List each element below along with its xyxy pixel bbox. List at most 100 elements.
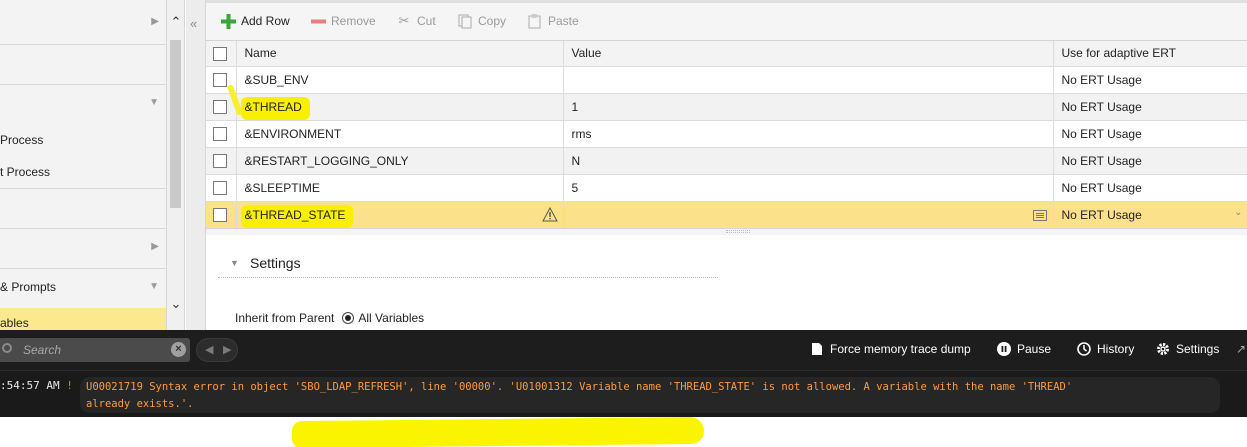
ert-cell[interactable]: No ERT Usage [1053, 120, 1247, 148]
toolbar: Add Row Remove ✂ Cut Copy Paste [206, 0, 1247, 41]
gear-icon [1156, 342, 1170, 356]
table-row[interactable]: &THREAD 1 No ERT Usage [206, 93, 1247, 121]
sidebar-item-variables[interactable]: ables [0, 308, 166, 330]
inherit-row: Inherit from Parent All Variables [235, 311, 424, 325]
left-sidebar: ▶ ▼ Process t Process ▶ & Prompts ▼ able… [0, 0, 167, 330]
chevron-down-icon[interactable]: ⌄ [1234, 207, 1242, 218]
variables-table: Name Value Use for adaptive ERT &SUB_ENV… [206, 41, 1247, 229]
settings-title: Settings [250, 255, 301, 271]
name-cell[interactable]: &SUB_ENV [236, 66, 564, 94]
sidebar-item-process[interactable]: Process [0, 133, 43, 147]
name-cell[interactable]: &RESTART_LOGGING_ONLY [236, 147, 564, 175]
ert-cell[interactable]: No ERT Usage [1053, 147, 1247, 175]
table-row[interactable]: &SLEEPTIME 5 No ERT Usage [206, 174, 1247, 202]
sidebar-scrollbar[interactable]: ⌃ ⌄ [167, 0, 185, 330]
remove-button[interactable]: Remove [310, 13, 376, 29]
console-search[interactable]: Search × [0, 338, 190, 362]
paste-button[interactable]: Paste [527, 13, 579, 29]
sidebar-section-6[interactable]: & Prompts ▼ [0, 269, 166, 309]
sidebar-item-t-process[interactable]: t Process [0, 165, 50, 179]
search-icon [2, 343, 12, 353]
force-memory-dump-button[interactable]: Force memory trace dump [810, 342, 971, 356]
select-all-cell[interactable] [206, 41, 237, 67]
row-checkbox[interactable] [213, 126, 227, 141]
row-checkbox[interactable] [213, 153, 227, 168]
paste-icon [527, 13, 543, 29]
sidebar-item-prompts[interactable]: & Prompts [0, 280, 56, 294]
select-all-checkbox[interactable] [213, 46, 227, 61]
history-button[interactable]: History [1077, 342, 1134, 356]
row-checkbox[interactable] [213, 72, 227, 87]
sidebar-section-3[interactable]: ▼ Process t Process [0, 85, 166, 189]
ert-cell[interactable]: No ERT Usage [1053, 174, 1247, 202]
table-header-row: Name Value Use for adaptive ERT [206, 41, 1247, 67]
name-cell[interactable]: &SLEEPTIME [236, 174, 564, 202]
ert-cell[interactable]: No ERT Usage [1053, 93, 1247, 121]
document-icon [810, 342, 824, 356]
table-row[interactable]: &SUB_ENV No ERT Usage [206, 66, 1247, 94]
warning-icon[interactable] [541, 206, 558, 223]
log-message: U00021719 Syntax error in object 'SBO_LD… [80, 377, 1220, 413]
collapse-triangle-icon[interactable]: ▼ [230, 258, 239, 268]
sidebar-section-1[interactable]: ▶ [0, 0, 166, 45]
copy-icon [457, 13, 473, 29]
sidebar-item-label: ables [0, 316, 29, 330]
highlighted-name: &THREAD [240, 96, 310, 119]
collapse-panel-gutter[interactable]: « [186, 0, 206, 330]
value-cell[interactable]: 5 [563, 174, 1054, 202]
settings-section-header[interactable]: ▼ Settings [218, 248, 718, 278]
highlight-mark [291, 416, 705, 447]
ert-cell[interactable]: No ERT Usage ⌄ [1053, 201, 1247, 229]
value-cell[interactable] [563, 201, 1054, 229]
row-checkbox[interactable] [213, 180, 227, 195]
row-checkbox[interactable] [213, 99, 227, 114]
cut-button[interactable]: ✂ Cut [396, 13, 436, 29]
text-editor-icon[interactable] [1032, 209, 1047, 221]
all-variables-label[interactable]: All Variables [358, 311, 424, 325]
sidebar-section-2[interactable] [0, 45, 166, 85]
table-row[interactable]: &ENVIRONMENT rms No ERT Usage [206, 120, 1247, 148]
search-input[interactable]: Search [23, 343, 61, 357]
value-cell[interactable]: rms [563, 120, 1054, 148]
scroll-down-icon[interactable]: ⌄ [167, 296, 185, 312]
double-chevron-left-icon[interactable]: « [190, 16, 197, 31]
previous-icon[interactable]: ◀ [205, 343, 213, 356]
chevron-down-icon[interactable]: ▼ [149, 97, 159, 108]
value-cell[interactable]: 1 [563, 93, 1054, 121]
chevron-right-icon[interactable]: ▶ [151, 241, 159, 252]
scrollbar-thumb[interactable] [170, 40, 181, 208]
next-icon[interactable]: ▶ [223, 343, 231, 356]
chevron-down-icon[interactable]: ▼ [149, 281, 159, 292]
scissors-icon: ✂ [398, 13, 410, 28]
variables-panel: Add Row Remove ✂ Cut Copy Paste Name Val… [206, 0, 1247, 330]
column-header-value[interactable]: Value [563, 41, 1054, 67]
pause-button[interactable]: Pause [997, 342, 1051, 356]
console-settings-button[interactable]: Settings [1156, 342, 1219, 356]
error-flag: ! [66, 379, 73, 392]
table-row-selected[interactable]: &THREAD_STATE No ERT Usage ⌄ [206, 201, 1247, 229]
column-header-ert[interactable]: Use for adaptive ERT [1053, 41, 1247, 67]
copy-button[interactable]: Copy [457, 13, 506, 29]
add-row-button[interactable]: Add Row [220, 13, 290, 29]
row-checkbox[interactable] [213, 207, 227, 222]
scroll-up-icon[interactable]: ⌃ [167, 14, 185, 30]
column-header-name[interactable]: Name [236, 41, 564, 67]
sidebar-section-4[interactable] [0, 189, 166, 229]
clear-search-icon[interactable]: × [171, 342, 186, 357]
sidebar-section-5[interactable]: ▶ [0, 229, 166, 269]
name-cell[interactable]: &THREAD_STATE [236, 201, 564, 229]
history-icon [1077, 342, 1091, 356]
chevron-right-icon[interactable]: ▶ [151, 16, 159, 27]
plus-icon [220, 13, 236, 29]
name-cell[interactable]: &ENVIRONMENT [236, 120, 564, 148]
value-cell[interactable] [563, 66, 1054, 94]
value-cell[interactable]: N [563, 147, 1054, 175]
console-nav: ◀ ▶ [196, 338, 238, 362]
popout-icon[interactable]: ↗ [1236, 342, 1246, 356]
table-row[interactable]: &RESTART_LOGGING_ONLY N No ERT Usage [206, 147, 1247, 175]
log-timestamp: :54:57 AM ! [0, 379, 73, 392]
name-cell[interactable]: &THREAD [236, 93, 564, 121]
ert-cell[interactable]: No ERT Usage [1053, 66, 1247, 94]
panel-splitter[interactable] [206, 228, 1247, 235]
all-variables-radio[interactable] [342, 312, 355, 324]
